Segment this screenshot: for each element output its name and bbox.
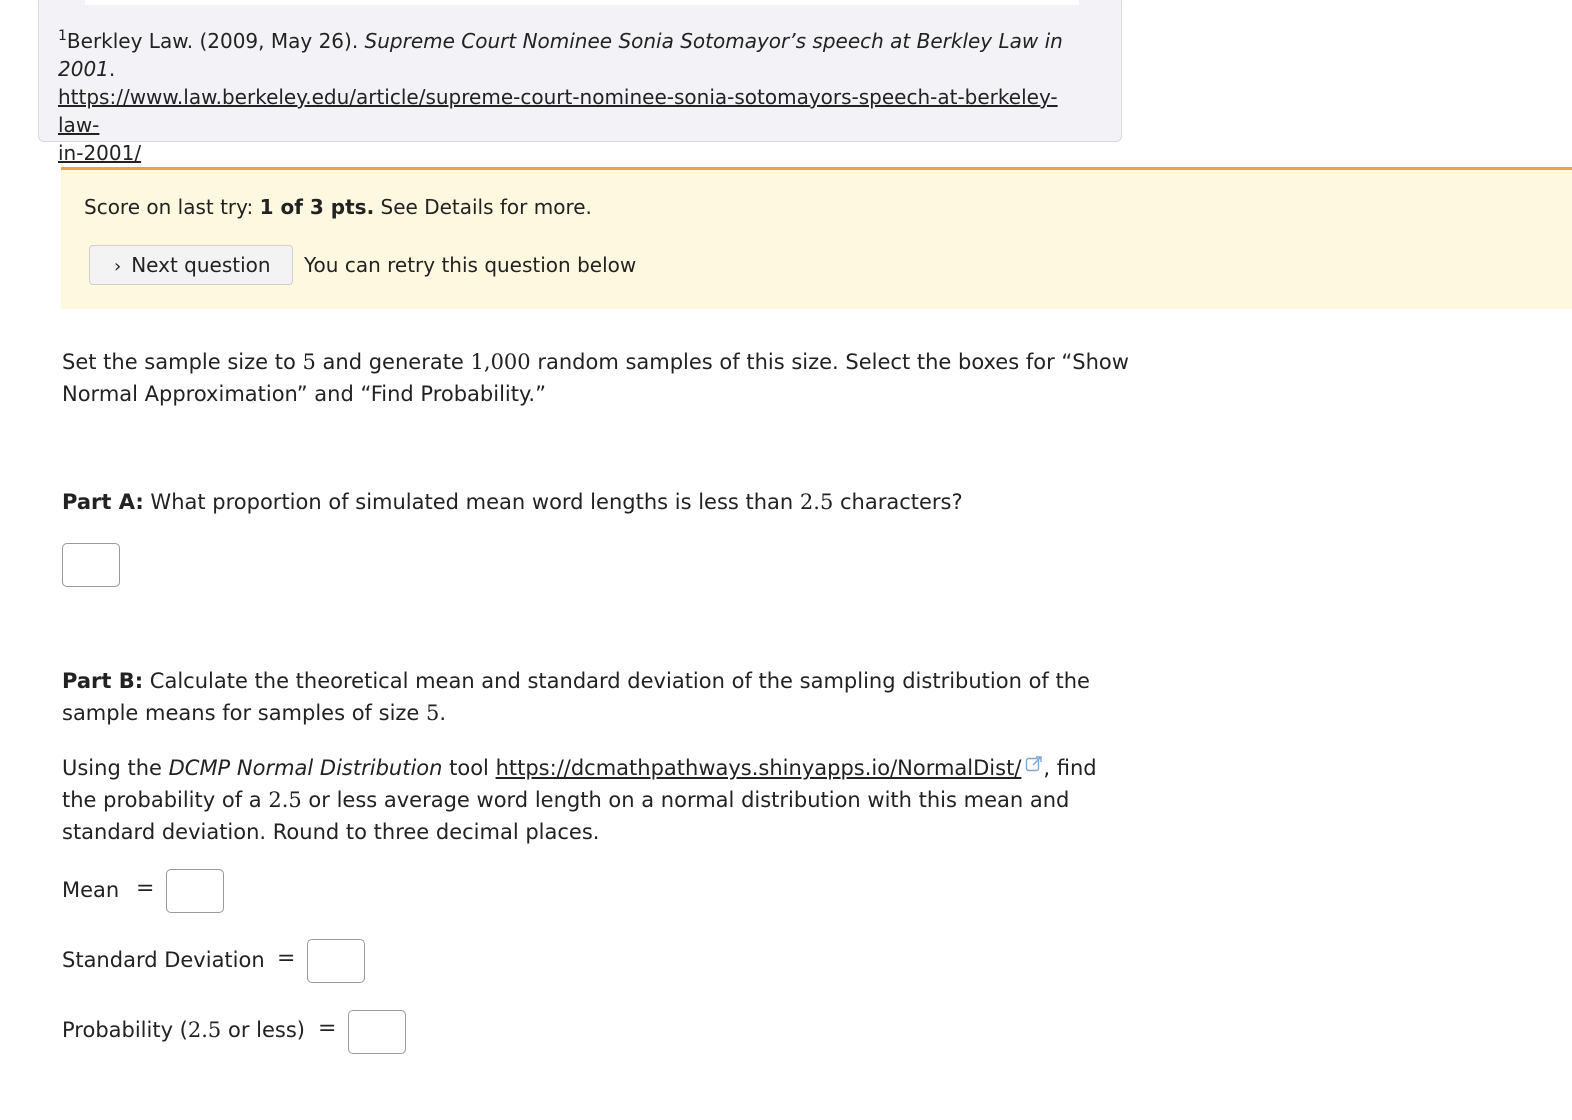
score-suffix: See Details for more.: [374, 195, 592, 219]
mean-equals: =: [136, 876, 155, 901]
chevron-right-icon: ›: [114, 256, 122, 277]
mean-label: Mean: [62, 878, 120, 902]
part-a-answer-input[interactable]: [62, 543, 120, 587]
citation-link-line1[interactable]: https://www.law.berkeley.edu/article/sup…: [58, 85, 1058, 137]
instructions: Set the sample size to 5 and generate 1,…: [62, 346, 1129, 410]
part-b-find: , find: [1043, 756, 1097, 780]
part-a-text-2: characters?: [833, 490, 963, 514]
prob-label-start: Probability (: [62, 1018, 188, 1042]
part-b-instructions: Using the DCMP Normal Distribution tool …: [62, 750, 1097, 848]
citation-text: 1Berkley Law. (2009, May 26). Supreme Co…: [58, 27, 1098, 167]
sd-answer-input[interactable]: [307, 939, 365, 983]
part-a-value: 2.5: [799, 490, 834, 514]
part-b-text-3: .: [439, 701, 447, 725]
citation-link-line2[interactable]: in-2001/: [58, 141, 141, 165]
part-b-using: Using the: [62, 756, 169, 780]
part-b-text-5: or less average word length on a normal …: [301, 788, 1070, 812]
samples-count: 1,000: [470, 350, 531, 374]
citation-box: 1Berkley Law. (2009, May 26). Supreme Co…: [38, 0, 1122, 165]
part-a-question: Part A: What proportion of simulated mea…: [62, 486, 963, 518]
probability-answer-input[interactable]: [348, 1010, 406, 1054]
probability-label: Probability (2.5 or less): [62, 1015, 305, 1045]
citation-top-divider: [85, 0, 1079, 5]
part-b-question: Part B: Calculate the theoretical mean a…: [62, 665, 1090, 729]
external-link-icon[interactable]: [1025, 750, 1043, 782]
score-value: 1 of 3 pts.: [259, 195, 375, 219]
probability-equals: =: [318, 1016, 337, 1041]
part-b-text-1: Calculate the theoretical mean and stand…: [143, 669, 1090, 693]
part-b-sample-size: 5: [426, 701, 440, 725]
normal-dist-link[interactable]: https://dcmathpathways.shinyapps.io/Norm…: [496, 756, 1022, 780]
sample-size-value: 5: [302, 350, 316, 374]
instr-text-3: random samples of this size. Select the …: [530, 350, 1129, 374]
score-line: Score on last try: 1 of 3 pts. See Detai…: [84, 195, 592, 219]
part-b-text-4: the probability of a: [62, 788, 269, 812]
part-b-value: 2.5: [268, 788, 302, 812]
score-prefix: Score on last try:: [84, 195, 260, 219]
instr-text-4: Normal Approximation” and “Find Probabil…: [62, 382, 546, 406]
part-a-text-1: What proportion of simulated mean word l…: [143, 490, 800, 514]
mean-answer-input[interactable]: [166, 869, 224, 913]
instr-text-2: and generate: [315, 350, 471, 374]
part-b-tool: tool: [442, 756, 496, 780]
retry-message: You can retry this question below: [304, 253, 637, 277]
part-b-text-2: sample means for samples of size: [62, 701, 427, 725]
tool-name: DCMP Normal Distribution: [168, 756, 443, 780]
sd-equals: =: [277, 946, 296, 971]
prob-label-end: or less): [221, 1018, 305, 1042]
sd-label: Standard Deviation: [62, 948, 265, 972]
citation-period: .: [108, 57, 116, 81]
footnote-number: 1: [58, 28, 67, 44]
citation-link[interactable]: https://www.law.berkeley.edu/article/sup…: [58, 85, 1058, 165]
instr-text-1: Set the sample size to: [62, 350, 303, 374]
part-b-text-6: standard deviation. Round to three decim…: [62, 820, 600, 844]
score-banner: Score on last try: 1 of 3 pts. See Detai…: [61, 167, 1572, 309]
next-question-label: Next question: [131, 253, 271, 277]
next-question-button[interactable]: › Next question: [89, 245, 293, 285]
citation-author: Berkley Law. (2009, May 26).: [66, 29, 365, 53]
part-b-label: Part B:: [62, 669, 144, 693]
prob-value: 2.5: [187, 1018, 222, 1042]
part-a-label: Part A:: [62, 490, 144, 514]
